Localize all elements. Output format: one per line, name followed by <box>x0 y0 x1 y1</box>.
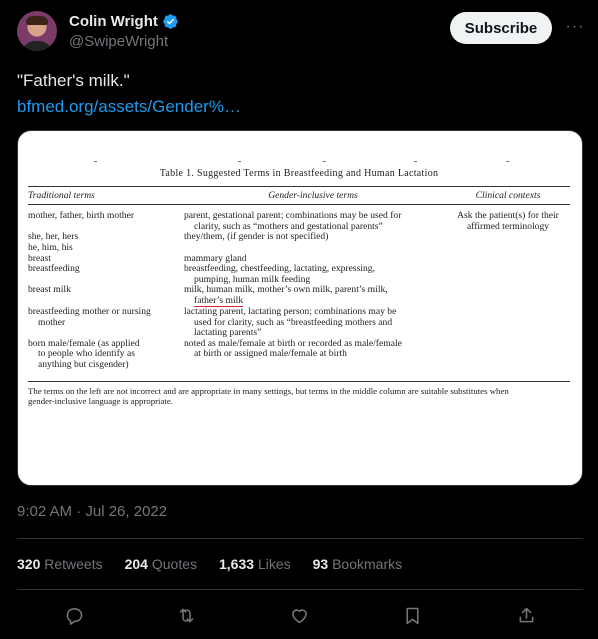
likes-stat[interactable]: 1,633 Likes <box>219 556 291 572</box>
author-name[interactable]: Colin Wright <box>69 13 158 30</box>
share-icon[interactable] <box>509 600 543 630</box>
tweet-actions <box>17 600 583 630</box>
cell-clinical: affirmed terminology <box>466 220 550 232</box>
table-row: breastfeeding mother or nursing mother l… <box>28 305 570 339</box>
tweet-media-image[interactable]: Table 1. Suggested Terms in Breastfeedin… <box>17 130 583 486</box>
cell-inclusive: lactating parent, lactating person; comb… <box>184 305 397 317</box>
table-row: she, her, hers he, him, his they/them, (… <box>28 232 570 253</box>
bookmarks-stat[interactable]: 93 Bookmarks <box>313 556 403 572</box>
document-table: Table 1. Suggested Terms in Breastfeedin… <box>28 161 570 407</box>
cell-inclusive: they/them, (if gender is not specified) <box>184 231 329 243</box>
author-name-row[interactable]: Colin Wright <box>69 13 179 30</box>
cell-traditional: breastfeeding <box>28 263 80 275</box>
table-header-rule <box>28 204 570 206</box>
tweet-text: "Father's milk." <box>17 71 130 90</box>
table-row: breastfeeding breastfeeding, chestfeedin… <box>28 264 570 285</box>
verified-badge-icon <box>163 14 178 29</box>
cell-traditional: mother <box>38 316 66 328</box>
cell-traditional: breast milk <box>28 284 71 296</box>
bookmark-icon[interactable] <box>395 600 429 630</box>
tweet-timestamp[interactable]: 9:02 AM · Jul 26, 2022 <box>17 503 167 520</box>
divider <box>17 538 583 539</box>
table-row: breast milk milk, human milk, mother’s o… <box>28 285 570 307</box>
header-clinical: Clinical contexts <box>475 189 541 201</box>
header-inclusive: Gender-inclusive terms <box>268 189 358 201</box>
quotes-stat[interactable]: 204 Quotes <box>125 556 197 572</box>
divider <box>17 589 583 590</box>
reply-icon[interactable] <box>57 600 91 630</box>
table-header-row: Traditional terms Gender-inclusive terms… <box>28 187 570 205</box>
header-traditional: Traditional terms <box>28 189 95 201</box>
footnote-line: gender-inclusive language is appropriate… <box>28 395 173 406</box>
cell-traditional: anything but cisgender) <box>38 358 129 370</box>
document-title: Table 1. Suggested Terms in Breastfeedin… <box>159 168 439 179</box>
engagement-stats: 320 Retweets 204 Quotes 1,633 Likes 93 B… <box>17 556 402 572</box>
more-options-icon[interactable]: ··· <box>565 15 585 39</box>
tweet-link[interactable]: bfmed.org/assets/Gender%… <box>17 97 241 117</box>
cell-traditional: he, him, his <box>28 241 73 253</box>
retweet-icon[interactable] <box>169 600 203 630</box>
author-handle[interactable]: @SwipeWright <box>69 33 168 50</box>
scan-marks <box>28 161 570 165</box>
avatar[interactable] <box>17 11 57 51</box>
subscribe-button[interactable]: Subscribe <box>450 12 552 44</box>
footnote-line: The terms on the left are not incorrect … <box>28 385 509 396</box>
cell-traditional: breastfeeding mother or nursing <box>28 305 151 317</box>
table-row: mother, father, birth mother parent, ges… <box>28 211 570 232</box>
table-row: born male/female (as applied to people w… <box>28 338 570 371</box>
tweet-header: Colin Wright @SwipeWright Subscribe ··· <box>17 11 583 53</box>
retweets-stat[interactable]: 320 Retweets <box>17 556 103 572</box>
cell-traditional: mother, father, birth mother <box>28 210 135 222</box>
table-footnote: The terms on the left are not incorrect … <box>28 380 570 407</box>
cell-inclusive: at birth or assigned male/female at birt… <box>194 348 347 360</box>
heart-icon[interactable] <box>282 600 316 630</box>
